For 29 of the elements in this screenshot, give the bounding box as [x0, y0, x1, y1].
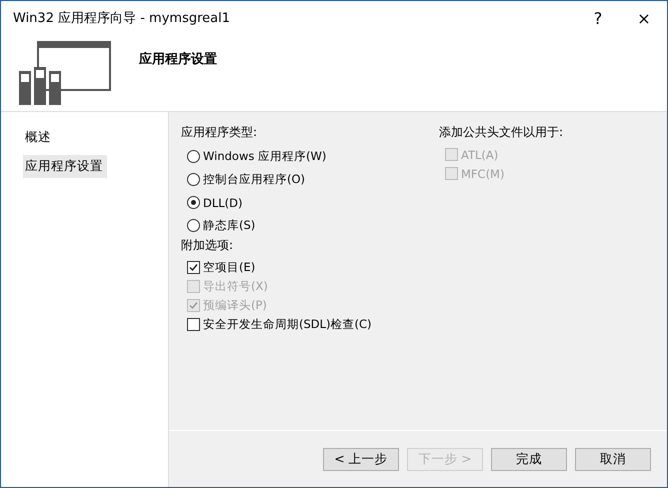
page-heading: 应用程序设置: [139, 50, 217, 68]
checkbox-label: MFC(M): [461, 166, 504, 180]
wizard-button[interactable]: 完成: [491, 448, 567, 470]
checkbox[interactable]: [187, 261, 200, 274]
radio-label: DLL(D): [203, 196, 242, 210]
checkbox-label: 空项目(E): [203, 260, 256, 275]
radio-label: Windows 应用程序(W): [203, 149, 326, 164]
checkbox-label: 预编译头(P): [203, 298, 267, 313]
radio-button[interactable]: [187, 173, 200, 186]
radio-button[interactable]: [187, 150, 200, 163]
section-label: 应用程序类型:: [181, 124, 258, 141]
radio-button[interactable]: [187, 196, 200, 209]
sidebar-item[interactable]: 应用程序设置: [23, 155, 107, 178]
application-window-icon: [19, 41, 113, 105]
checkbox-label: 安全开发生命周期(SDL)检查(C): [203, 317, 372, 332]
section-label: 附加选项:: [181, 237, 234, 254]
checkbox-label: 导出符号(X): [203, 279, 268, 294]
wizard-button[interactable]: 取消: [575, 448, 651, 470]
sidebar-item[interactable]: 概述: [23, 126, 55, 149]
window-title: Win32 应用程序向导 - mymsgreal1: [13, 10, 232, 27]
checkbox[interactable]: [187, 318, 200, 331]
radio-label: 静态库(S): [203, 218, 256, 233]
radio-button[interactable]: [187, 219, 200, 232]
wizard-button[interactable]: < 上一步: [323, 448, 399, 470]
help-button[interactable]: ?: [575, 3, 621, 33]
close-button[interactable]: ×: [621, 3, 667, 33]
radio-label: 控制台应用程序(O): [203, 172, 306, 187]
section-label: 添加公共头文件以用于:: [439, 124, 564, 141]
checkbox-label: ATL(A): [461, 148, 498, 162]
